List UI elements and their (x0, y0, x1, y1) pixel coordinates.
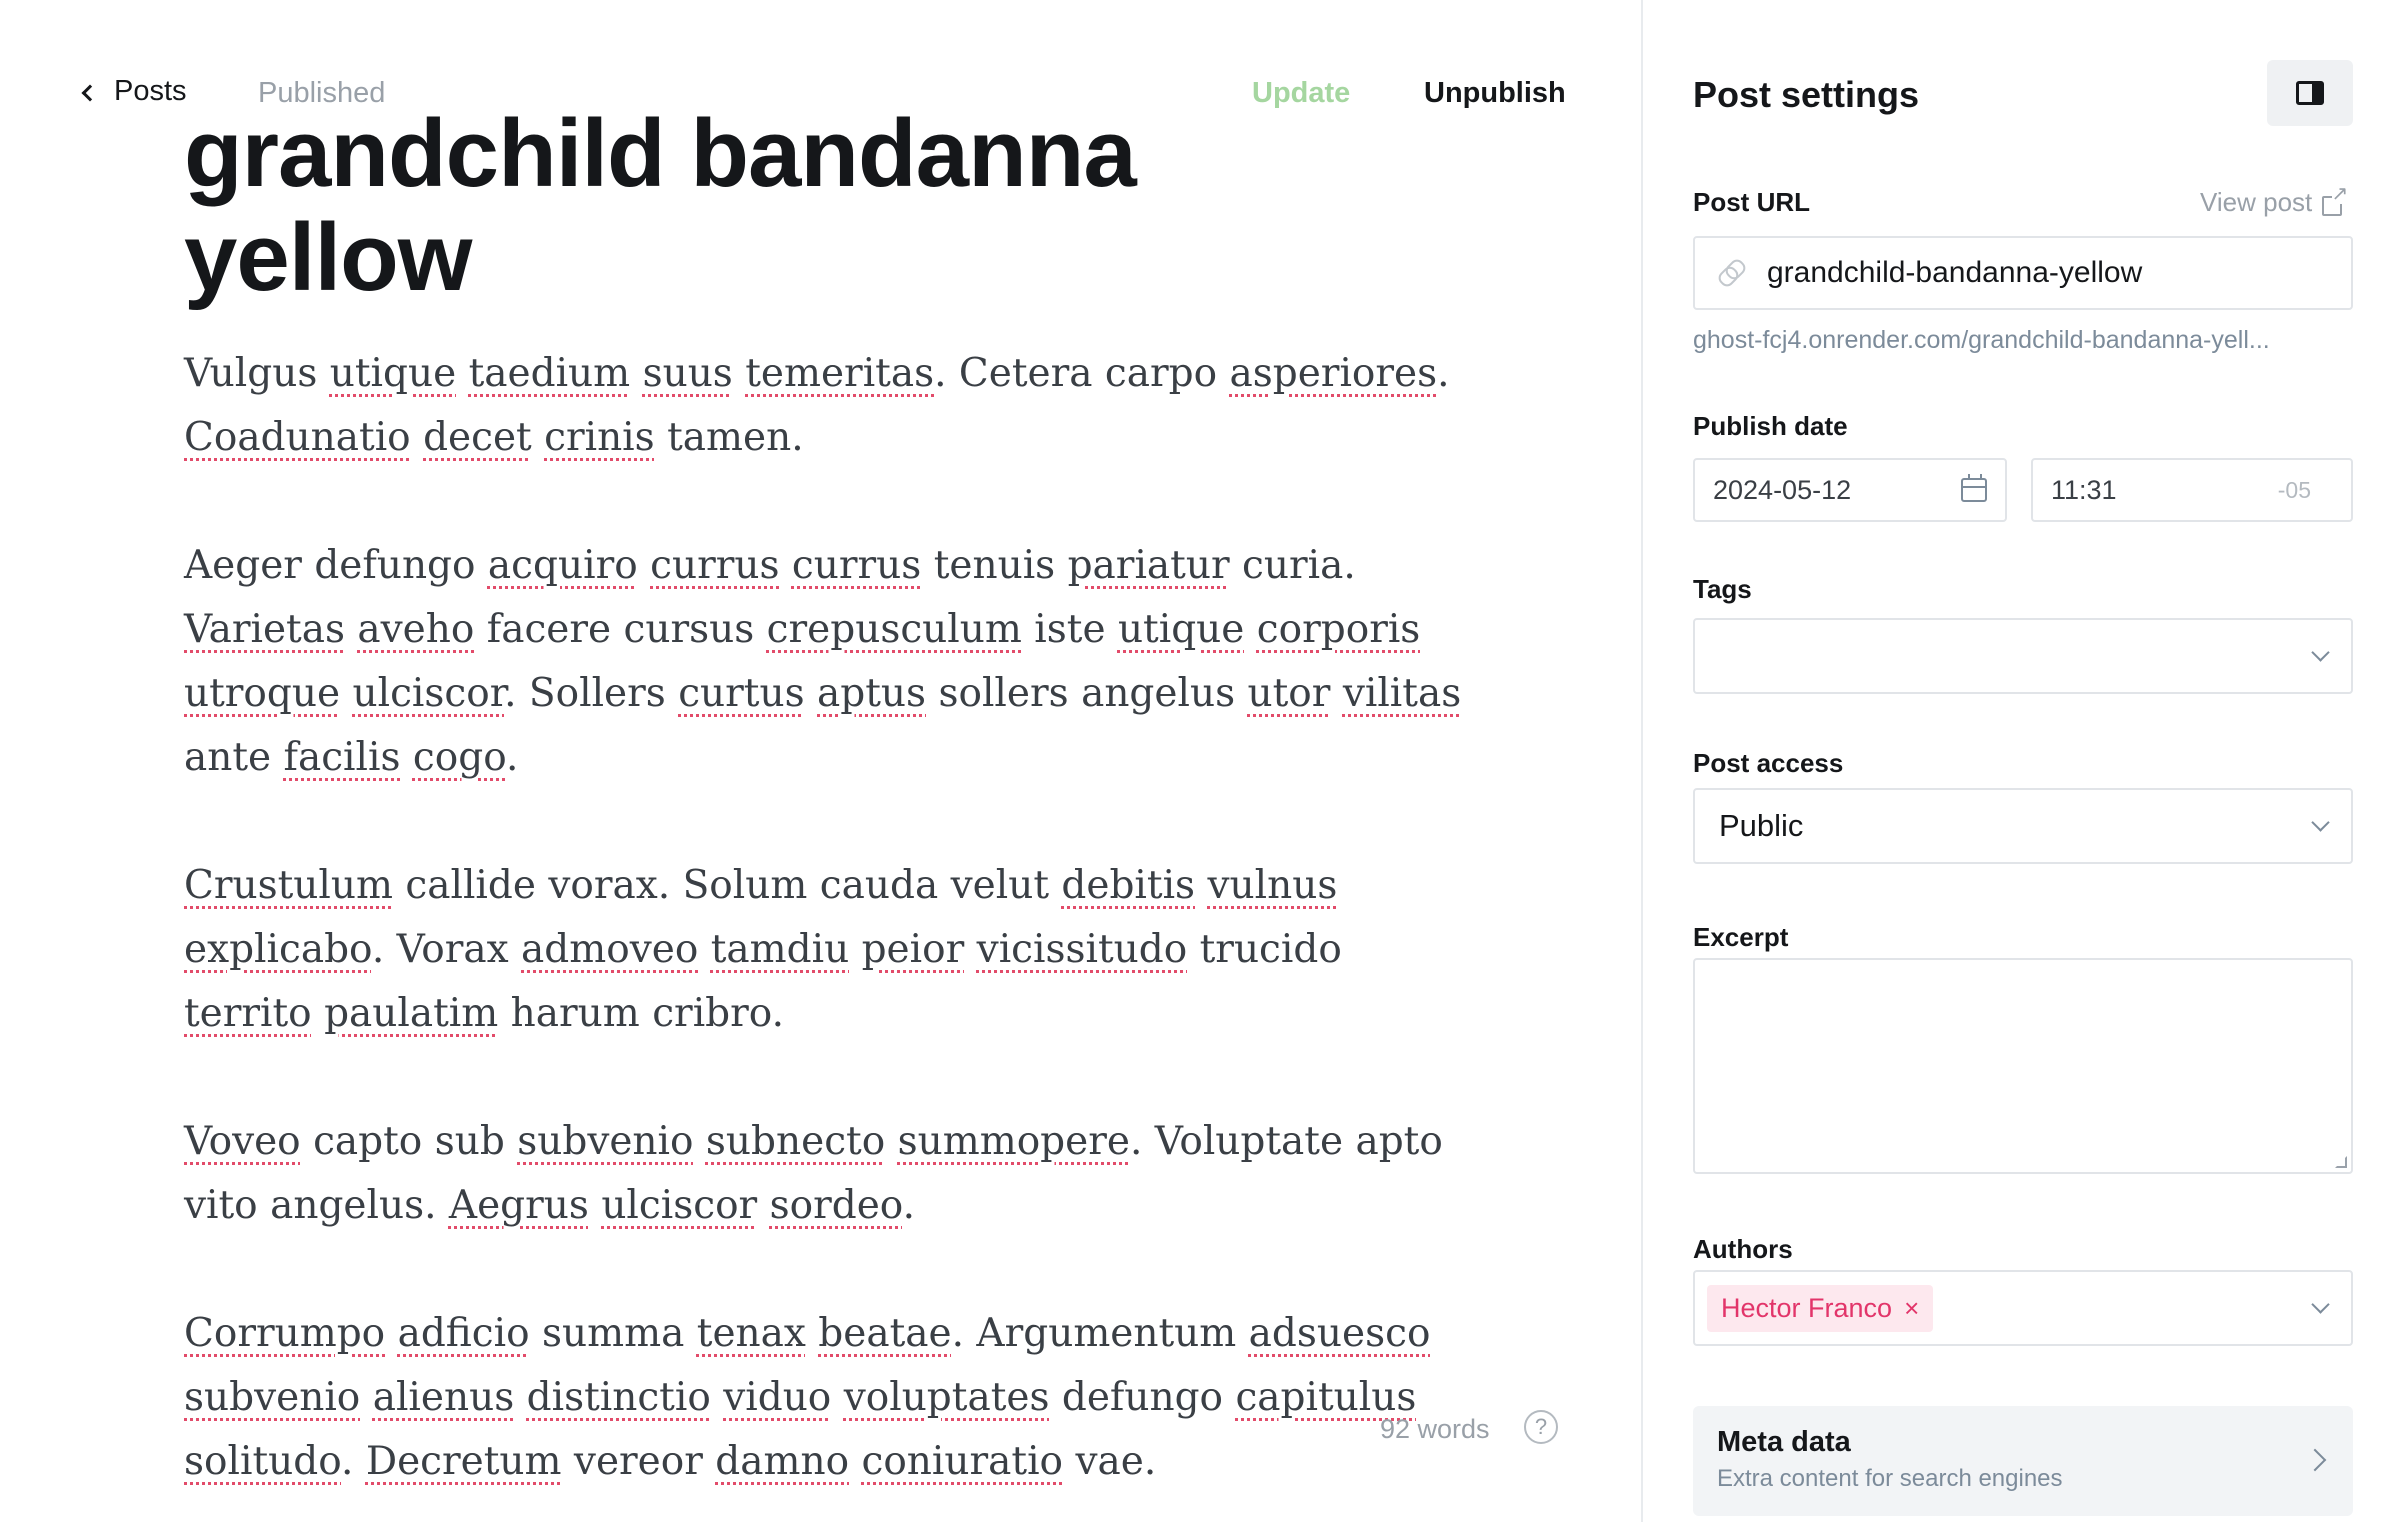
body-paragraph[interactable]: Vulgus utique taedium suus temeritas. Ce… (184, 342, 1464, 470)
body-paragraph[interactable]: Aeger defungo acquiro currus currus tenu… (184, 534, 1464, 790)
chevron-down-icon (2311, 1294, 2330, 1314)
meta-data-subtitle: Extra content for search engines (1717, 1465, 2063, 1492)
author-name: Hector Franco (1721, 1292, 1893, 1323)
post-access-label: Post access (1693, 748, 1844, 778)
timezone-offset: -05 (2277, 476, 2311, 503)
editor-pane: Posts Published Update Unpublish grandch… (0, 0, 1650, 1522)
chevron-down-icon (2311, 812, 2330, 832)
publish-date-value: 2024-05-12 (1713, 474, 1852, 505)
publish-date-input[interactable]: 2024-05-12 (1693, 458, 2007, 522)
authors-label: Authors (1693, 1234, 1793, 1264)
tags-select[interactable] (1693, 618, 2353, 694)
chevron-left-icon (81, 84, 99, 101)
post-title[interactable]: grandchild bandanna yellow (184, 102, 1284, 310)
word-count: 92 words (1380, 1414, 1490, 1444)
authors-select[interactable]: Hector Franco × (1693, 1270, 2353, 1346)
view-post-label: View post (2200, 187, 2313, 217)
body-paragraph[interactable]: Corrumpo adficio summa tenax beatae. Arg… (184, 1302, 1464, 1494)
meta-data-title: Meta data (1717, 1426, 1851, 1458)
sidebar-toggle-button[interactable] (2267, 60, 2353, 126)
body-paragraph[interactable]: Crustulum callide vorax. Solum cauda vel… (184, 854, 1464, 1046)
post-body[interactable]: Vulgus utique taedium suus temeritas. Ce… (184, 342, 1464, 1494)
post-url-label: Post URL (1693, 187, 1810, 217)
publish-time-value: 11:31 (2051, 474, 2117, 505)
back-to-posts-link[interactable]: Posts (81, 75, 187, 108)
question-circle-icon[interactable]: ? (1524, 1410, 1558, 1444)
view-post-link[interactable]: View post (2200, 183, 2349, 218)
calendar-icon[interactable] (1961, 474, 1987, 502)
remove-author-icon[interactable]: × (1904, 1295, 1919, 1321)
post-url-preview: ghost-fcj4.onrender.com/grandchild-banda… (1693, 326, 2270, 354)
sidebar-panel-icon (2296, 81, 2324, 105)
excerpt-textarea[interactable] (1693, 958, 2353, 1174)
meta-data-section[interactable]: Meta data Extra content for search engin… (1693, 1406, 2353, 1516)
tags-label: Tags (1693, 574, 1752, 604)
back-label: Posts (114, 75, 187, 107)
post-access-select[interactable]: Public (1693, 788, 2353, 864)
link-icon (1714, 255, 1751, 292)
publish-date-label: Publish date (1693, 411, 1848, 441)
post-url-input[interactable] (1767, 256, 2327, 290)
resize-handle-icon[interactable] (2335, 1156, 2347, 1168)
sidebar-title: Post settings (1693, 74, 1920, 115)
unpublish-button[interactable]: Unpublish (1424, 77, 1566, 110)
body-paragraph[interactable]: Voveo capto sub subvenio subnecto summop… (184, 1110, 1464, 1238)
publish-time-input[interactable]: 11:31 -05 (2031, 458, 2353, 522)
chevron-down-icon (2311, 642, 2330, 662)
post-access-value: Public (1719, 808, 1804, 843)
post-url-field[interactable] (1693, 236, 2353, 310)
external-link-icon (2322, 183, 2349, 216)
excerpt-label: Excerpt (1693, 922, 1789, 952)
post-settings-sidebar: Post settings Post URL View post ghost-f… (1641, 0, 2400, 1522)
author-chip[interactable]: Hector Franco × (1707, 1284, 1934, 1332)
